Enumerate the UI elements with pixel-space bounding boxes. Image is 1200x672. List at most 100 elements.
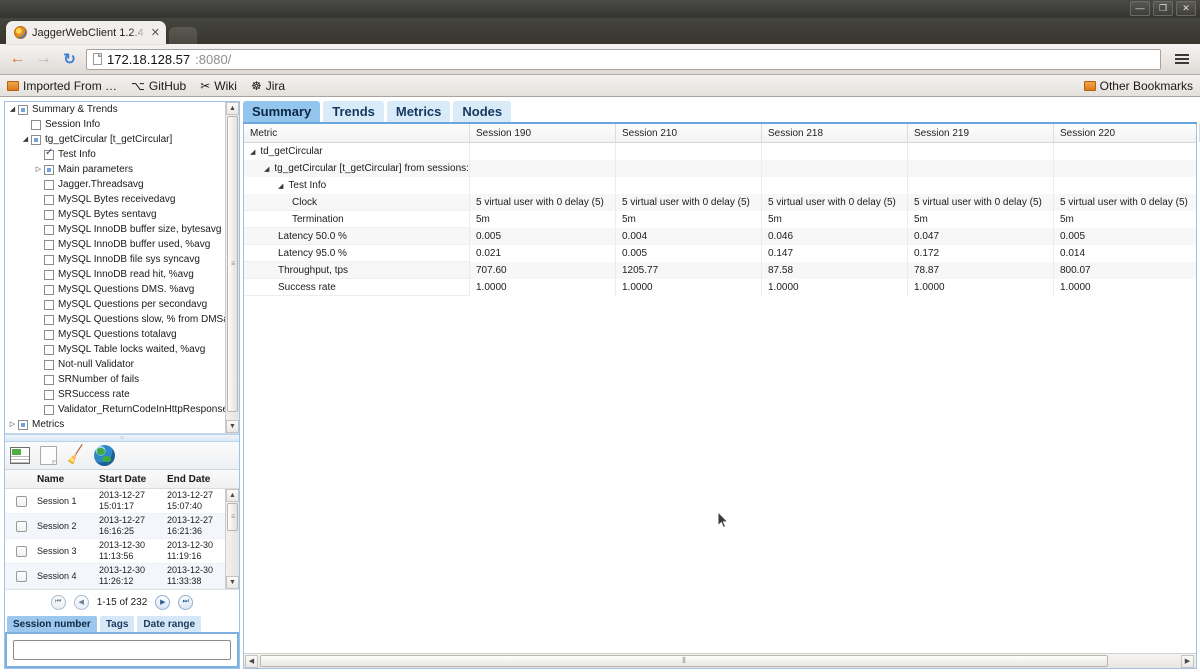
checkbox-icon[interactable]: [44, 344, 54, 355]
new-tab-button[interactable]: [169, 27, 197, 44]
tree-node[interactable]: MySQL InnoDB buffer size, bytesavg: [5, 222, 225, 237]
session-filter-tab[interactable]: Tags: [99, 616, 135, 632]
grid-horizontal-scrollbar[interactable]: ◀ ▶: [244, 653, 1196, 668]
tree-node[interactable]: Jagger.Threadsavg: [5, 177, 225, 192]
new-page-icon[interactable]: [35, 444, 61, 468]
checkbox-checked-icon[interactable]: [44, 148, 54, 160]
column-header-start-date[interactable]: Start Date: [99, 474, 167, 485]
pager-last-button[interactable]: ⏭: [178, 594, 194, 610]
tree-node[interactable]: Session Info: [5, 117, 225, 132]
checkbox-icon[interactable]: [44, 179, 54, 190]
session-row[interactable]: Session 4 2013-12-30 11:26:12 2013-12-30 1…: [5, 564, 239, 589]
checkbox-icon[interactable]: [44, 209, 54, 220]
tree-node[interactable]: MySQL Bytes receivedavg: [5, 192, 225, 207]
grid-data-row[interactable]: Latency 50.0 % 0.005 0.004 0.046 0.047 0.005: [244, 228, 1196, 245]
scroll-down-icon[interactable]: ▼: [226, 420, 239, 433]
session-number-input[interactable]: [13, 640, 231, 660]
checkbox-icon[interactable]: [44, 359, 54, 370]
pager-first-button[interactable]: ⏮: [50, 594, 66, 610]
grid-column-header[interactable]: Session 220: [1054, 124, 1200, 142]
back-icon[interactable]: ←: [8, 50, 27, 69]
tree-node[interactable]: MySQL InnoDB file sys syncavg: [5, 252, 225, 267]
tree-node[interactable]: SRSuccess rate: [5, 387, 225, 402]
checkbox-icon[interactable]: [44, 314, 54, 325]
scroll-left-icon[interactable]: ◀: [245, 654, 258, 668]
tab-nodes[interactable]: Nodes: [453, 101, 512, 122]
bookmark-github[interactable]: ⌥ GitHub: [131, 79, 186, 93]
expander-icon[interactable]: ◢: [20, 136, 31, 143]
tree-node[interactable]: Validator_ReturnCodeInHttpResponse: [5, 402, 225, 417]
checkbox-icon[interactable]: [44, 299, 54, 310]
checkbox-icon[interactable]: [44, 389, 54, 400]
scroll-up-icon[interactable]: ▲: [226, 489, 239, 502]
grid-tree-row[interactable]: ◢ tg_getCircular [t_getCircular] from ses…: [244, 160, 1196, 177]
checkbox-icon[interactable]: [44, 254, 54, 265]
grid-hscroll-thumb[interactable]: [260, 655, 1108, 667]
session-select-checkbox[interactable]: [5, 520, 37, 532]
checkbox-icon[interactable]: [44, 224, 54, 235]
checkbox-icon[interactable]: [44, 284, 54, 295]
forward-icon[interactable]: →: [34, 50, 53, 69]
session-filter-tab[interactable]: Date range: [137, 616, 202, 632]
session-vertical-scrollbar[interactable]: ▲ ▼: [225, 489, 239, 589]
grid-data-row[interactable]: Clock 5 virtual user with 0 delay (5) 5 vi…: [244, 194, 1196, 211]
other-bookmarks-button[interactable]: Other Bookmarks: [1083, 79, 1193, 93]
grid-data-row[interactable]: Throughput, tps 707.60 1205.77 87.58 78.87 80…: [244, 262, 1196, 279]
session-select-checkbox[interactable]: [5, 495, 37, 507]
session-scroll-thumb[interactable]: [227, 503, 238, 531]
tree-node[interactable]: MySQL Questions DMS. %avg: [5, 282, 225, 297]
close-icon[interactable]: ✕: [151, 26, 160, 39]
address-bar[interactable]: 172.18.128.57:8080/: [86, 48, 1161, 70]
bookmark-imported-from[interactable]: Imported From …: [7, 79, 117, 93]
tree-node[interactable]: ▷ Main parameters: [5, 162, 225, 177]
scroll-up-icon[interactable]: ▲: [226, 102, 239, 115]
tree-node[interactable]: SRNumber of fails: [5, 372, 225, 387]
session-select-checkbox[interactable]: [5, 570, 37, 582]
grid-tree-row[interactable]: ◢ td_getCircular: [244, 143, 1196, 160]
checkbox-icon[interactable]: [18, 419, 28, 430]
tree-node[interactable]: MySQL Questions per secondavg: [5, 297, 225, 312]
tree-node[interactable]: MySQL Table locks waited, %avg: [5, 342, 225, 357]
session-row[interactable]: Session 3 2013-12-30 11:13:56 2013-12-30 1…: [5, 539, 239, 564]
expander-icon[interactable]: ▷: [33, 166, 44, 173]
checkbox-icon[interactable]: [44, 194, 54, 205]
checkbox-icon[interactable]: [44, 404, 54, 415]
tree-node[interactable]: MySQL InnoDB buffer used, %avg: [5, 237, 225, 252]
expander-icon[interactable]: ◢: [250, 148, 255, 156]
close-button[interactable]: ✕: [1176, 1, 1196, 16]
grid-data-row[interactable]: Termination 5m 5m 5m 5m 5m: [244, 211, 1196, 228]
grid-tree-row[interactable]: ◢ Test Info: [244, 177, 1196, 194]
checkbox-icon[interactable]: [31, 134, 41, 145]
web-globe-icon[interactable]: [91, 444, 117, 468]
export-grid-icon[interactable]: [7, 444, 33, 468]
expander-icon[interactable]: ▷: [7, 421, 18, 428]
checkbox-icon[interactable]: [44, 164, 54, 175]
grid-data-row[interactable]: Success rate 1.0000 1.0000 1.0000 1.0000 1.00…: [244, 279, 1196, 296]
bookmark-wiki[interactable]: ✂ Wiki: [200, 79, 237, 93]
session-filter-tab[interactable]: Session number: [7, 616, 97, 632]
expander-icon[interactable]: ◢: [278, 182, 283, 190]
tab-metrics[interactable]: Metrics: [386, 101, 451, 122]
checkbox-icon[interactable]: [18, 104, 28, 115]
tree-node[interactable]: MySQL Questions totalavg: [5, 327, 225, 342]
grid-column-header[interactable]: Session 210: [616, 124, 762, 142]
expander-icon[interactable]: ◢: [264, 165, 269, 173]
tree-node[interactable]: ◢ tg_getCircular [t_getCircular]: [5, 132, 225, 147]
tree-node[interactable]: Test Info: [5, 147, 225, 162]
browser-menu-button[interactable]: [1172, 49, 1192, 69]
tree-node[interactable]: MySQL InnoDB read hit, %avg: [5, 267, 225, 282]
grid-column-header[interactable]: Metric: [244, 124, 470, 142]
pager-next-button[interactable]: ▶: [155, 594, 171, 610]
minimize-button[interactable]: —: [1130, 1, 1150, 16]
grid-column-header[interactable]: Session 219: [908, 124, 1054, 142]
tree-node[interactable]: MySQL Questions slow, % from DMSavg: [5, 312, 225, 327]
checkbox-icon[interactable]: [44, 239, 54, 250]
checkbox-icon[interactable]: [44, 374, 54, 385]
tree-vertical-scrollbar[interactable]: ▲ ▼: [225, 102, 239, 433]
session-select-checkbox[interactable]: [5, 545, 37, 557]
column-header-end-date[interactable]: End Date: [167, 474, 227, 485]
reload-icon[interactable]: ↻: [60, 50, 79, 69]
tree-scroll-thumb[interactable]: [227, 116, 238, 412]
tree-node[interactable]: Not-null Validator: [5, 357, 225, 372]
session-row[interactable]: Session 1 2013-12-27 15:01:17 2013-12-27 1…: [5, 489, 239, 514]
